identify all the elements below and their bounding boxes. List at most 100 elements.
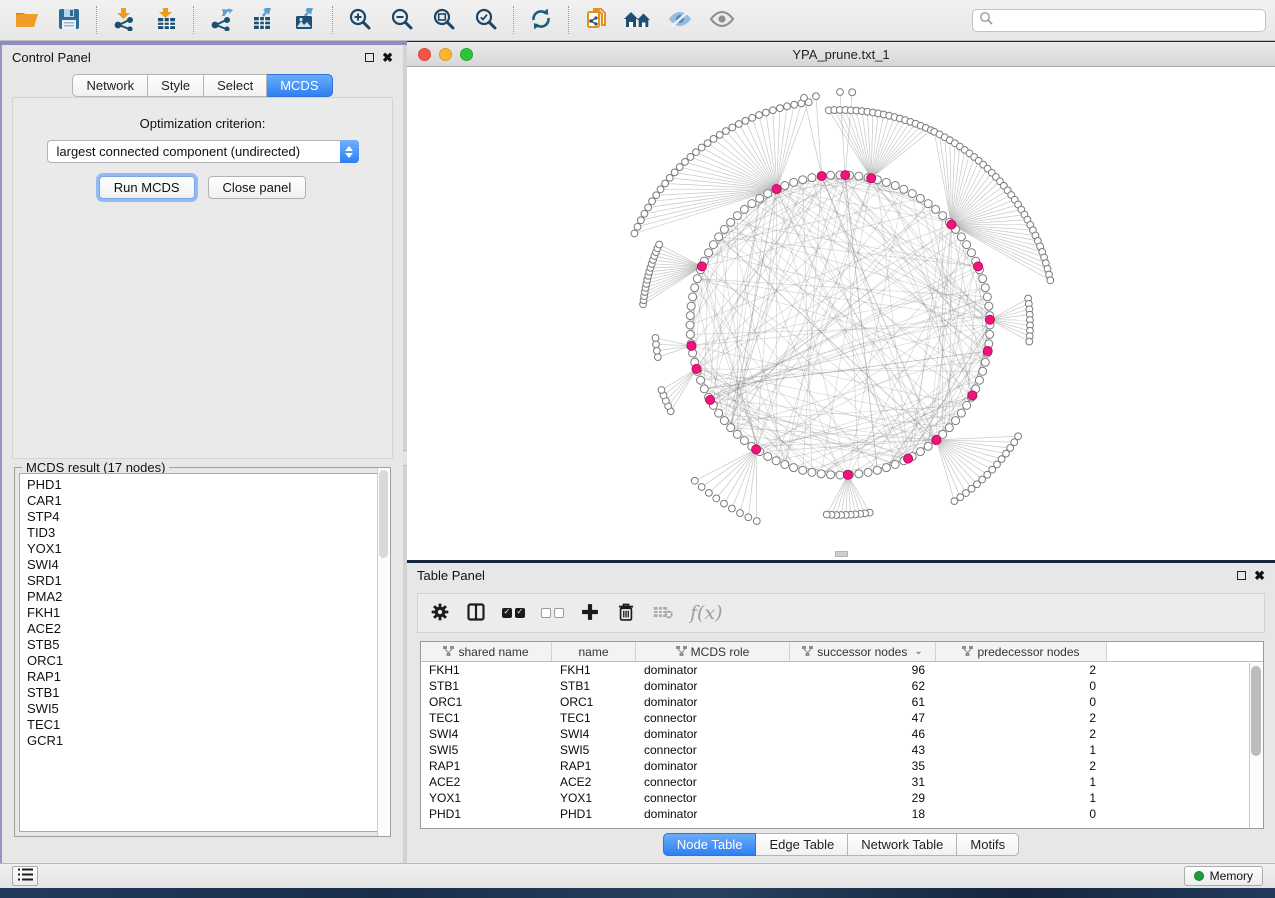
network-node[interactable] [983, 293, 991, 301]
import-network-button[interactable] [103, 3, 145, 37]
mcds-result-item[interactable]: CAR1 [27, 493, 385, 509]
network-node[interactable] [693, 149, 700, 156]
select-all-columns-button[interactable] [502, 598, 525, 628]
duplicate-network-button[interactable] [575, 3, 617, 37]
network-node[interactable] [799, 176, 807, 184]
network-node[interactable] [791, 101, 798, 108]
network-node[interactable] [882, 178, 890, 186]
float-panel-icon[interactable] [365, 53, 374, 62]
network-node[interactable] [772, 457, 780, 465]
network-node[interactable] [756, 112, 763, 119]
mcds-result-item[interactable]: ORC1 [27, 653, 385, 669]
dominator-node[interactable] [904, 454, 913, 463]
dominator-node[interactable] [974, 262, 983, 271]
first-neighbors-button[interactable] [617, 3, 659, 37]
maximize-window-button[interactable] [460, 48, 473, 61]
network-node[interactable] [748, 200, 756, 208]
mcds-result-item[interactable]: PMA2 [27, 589, 385, 605]
network-node[interactable] [698, 484, 705, 491]
network-node[interactable] [693, 275, 701, 283]
dominator-node[interactable] [752, 445, 761, 454]
network-node[interactable] [836, 471, 844, 479]
tab-network-table[interactable]: Network Table [848, 833, 957, 856]
network-node[interactable] [698, 144, 705, 151]
network-node[interactable] [749, 114, 756, 121]
network-node[interactable] [704, 140, 711, 147]
network-node[interactable] [691, 477, 698, 484]
dominator-node[interactable] [692, 364, 701, 373]
network-node[interactable] [735, 121, 742, 128]
zoom-selected-button[interactable] [465, 3, 507, 37]
network-node[interactable] [715, 409, 723, 417]
create-column-button[interactable] [580, 598, 600, 628]
dominator-node[interactable] [706, 396, 715, 405]
network-node[interactable] [951, 498, 958, 505]
network-node[interactable] [855, 470, 863, 478]
memory-button[interactable]: Memory [1184, 866, 1263, 886]
network-window-titlebar[interactable]: YPA_prune.txt_1 [407, 42, 1275, 67]
dominator-node[interactable] [968, 391, 977, 400]
network-node[interactable] [700, 385, 708, 393]
column-header-MCDS-role[interactable]: MCDS role [636, 642, 790, 661]
show-columns-button[interactable] [466, 598, 486, 628]
network-node[interactable] [658, 387, 665, 394]
network-node[interactable] [900, 185, 908, 193]
column-header-predecessor-nodes[interactable]: predecessor nodes [936, 642, 1107, 661]
network-node[interactable] [817, 470, 825, 478]
network-node[interactable] [924, 442, 932, 450]
tab-motifs[interactable]: Motifs [957, 833, 1019, 856]
table-scrollbar-thumb[interactable] [1251, 666, 1261, 756]
zoom-in-button[interactable] [339, 3, 381, 37]
table-row[interactable]: SWI5SWI5connector431 [421, 742, 1263, 758]
tab-node-table[interactable]: Node Table [663, 833, 757, 856]
network-node[interactable] [745, 514, 752, 521]
mcds-result-item[interactable]: TEC1 [27, 717, 385, 733]
column-header-shared-name[interactable]: shared name [421, 642, 552, 661]
network-node[interactable] [671, 169, 678, 176]
dominator-node[interactable] [697, 262, 706, 271]
table-row[interactable]: STB1STB1dominator620 [421, 678, 1263, 694]
mcds-result-item[interactable]: FKH1 [27, 605, 385, 621]
mcds-result-item[interactable]: STB5 [27, 637, 385, 653]
network-node[interactable] [808, 468, 816, 476]
network-node[interactable] [727, 424, 735, 432]
network-node[interactable] [733, 430, 741, 438]
table-row[interactable]: SWI4SWI4dominator462 [421, 726, 1263, 742]
network-node[interactable] [790, 464, 798, 472]
network-node[interactable] [686, 312, 694, 320]
dominator-node[interactable] [772, 185, 781, 194]
network-node[interactable] [753, 518, 760, 525]
mcds-result-item[interactable]: GCR1 [27, 733, 385, 749]
export-image-button[interactable] [284, 3, 326, 37]
mcds-result-item[interactable]: PHD1 [27, 477, 385, 493]
network-node[interactable] [713, 495, 720, 502]
network-node[interactable] [873, 466, 881, 474]
network-node[interactable] [916, 194, 924, 202]
network-node[interactable] [849, 89, 856, 96]
network-node[interactable] [764, 452, 772, 460]
dominator-node[interactable] [985, 315, 994, 324]
network-node[interactable] [975, 376, 983, 384]
network-node[interactable] [1047, 277, 1054, 284]
tab-style[interactable]: Style [148, 74, 204, 97]
dominator-node[interactable] [843, 470, 852, 479]
network-node[interactable] [790, 178, 798, 186]
network-node[interactable] [932, 205, 940, 213]
network-node[interactable] [742, 117, 749, 124]
table-options-button[interactable] [430, 598, 450, 628]
dominator-node[interactable] [687, 341, 696, 350]
network-node[interactable] [720, 417, 728, 425]
dominator-node[interactable] [841, 171, 850, 180]
export-table-button[interactable] [242, 3, 284, 37]
mcds-result-item[interactable]: SRD1 [27, 573, 385, 589]
dominator-node[interactable] [983, 347, 992, 356]
mcds-result-item[interactable]: STB1 [27, 685, 385, 701]
import-table-button[interactable] [145, 3, 187, 37]
close-panel-icon[interactable]: ✖ [382, 51, 393, 64]
network-node[interactable] [652, 335, 659, 342]
network-node[interactable] [649, 198, 656, 205]
hide-selected-button[interactable] [659, 3, 701, 37]
table-scrollbar[interactable] [1249, 663, 1263, 828]
network-node[interactable] [801, 94, 808, 101]
network-node[interactable] [687, 302, 695, 310]
